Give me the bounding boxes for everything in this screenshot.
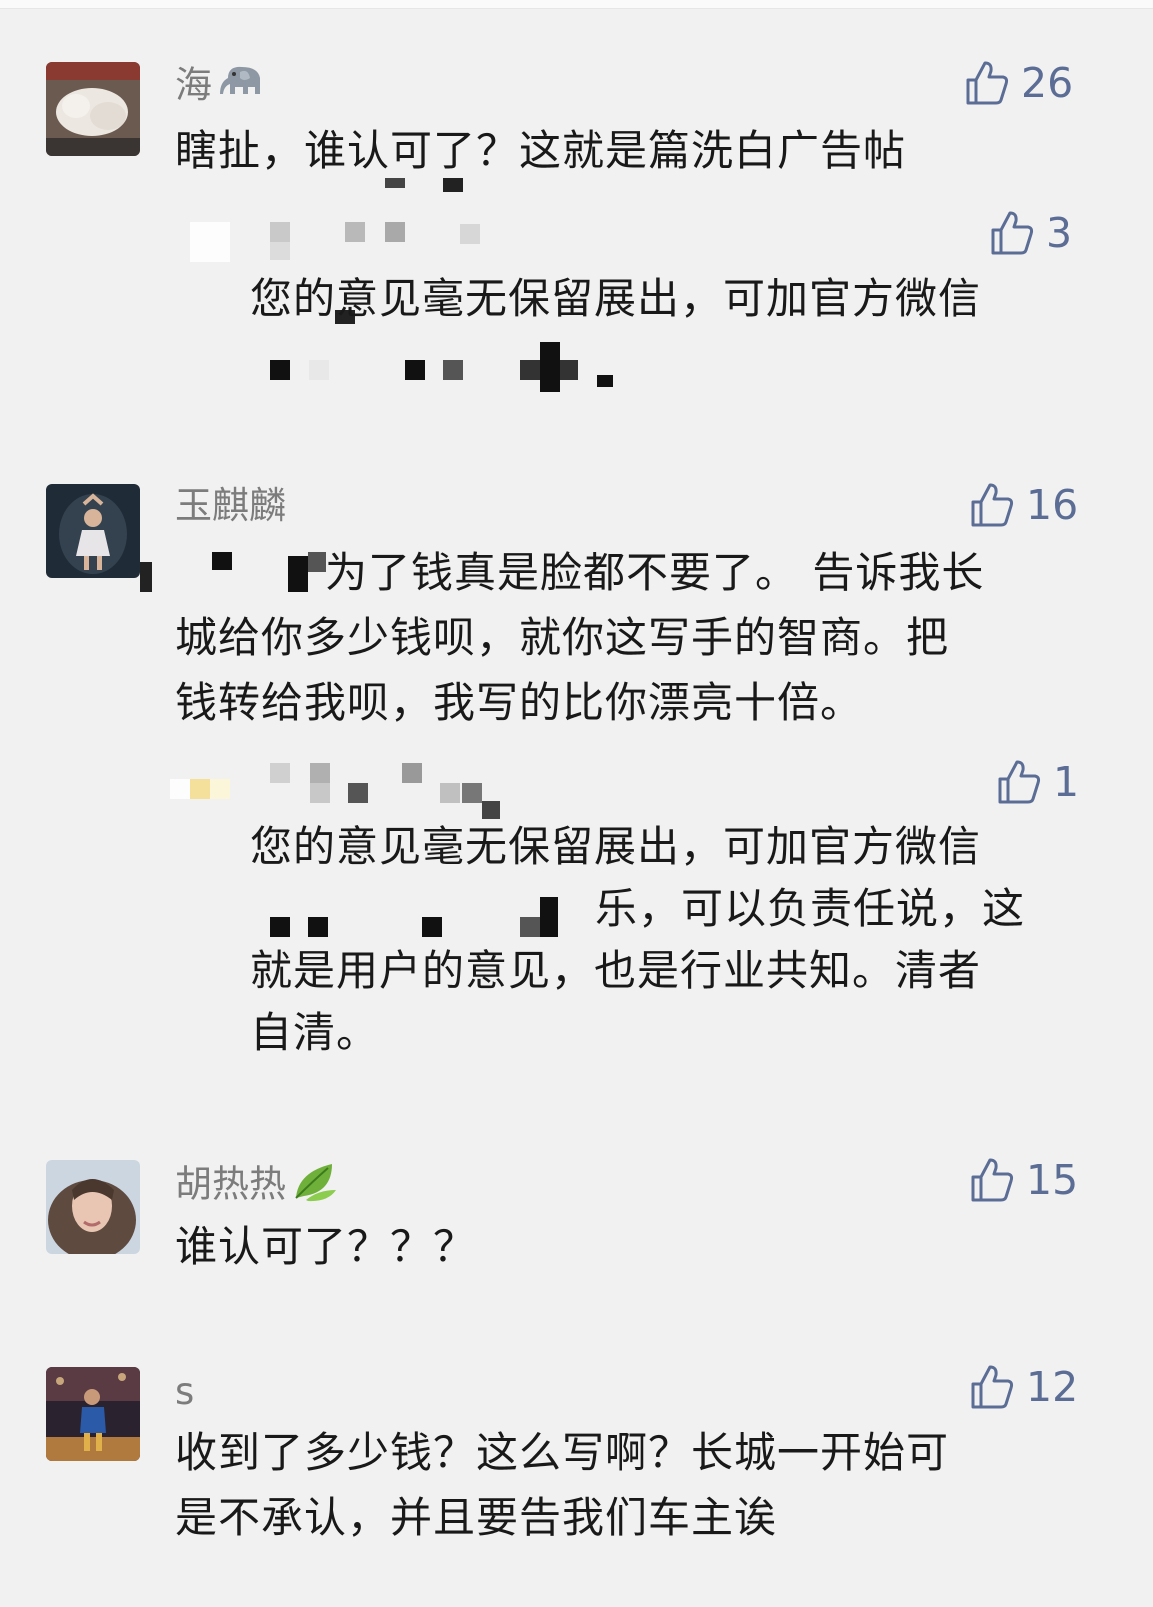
avatar-girl-image [46,484,140,578]
reply-text-line-4: 自清。 [250,1008,380,1057]
avatar-basketball-image [46,1367,140,1461]
comment-text: 谁认可了？？？ [175,1222,477,1271]
comment-text: 收到了多少钱？这么写啊？长城一开始可 是不承认，并且要告我们车主诶 [175,1420,1095,1550]
comment-text-line-2: 是不承认，并且要告我们车主诶 [175,1493,778,1542]
reply-like-button[interactable]: 1 [997,757,1079,807]
like-count: 15 [1026,1156,1079,1204]
comment-author: 海 [175,62,266,112]
avatar[interactable] [46,484,140,578]
comment-author: s [175,1370,195,1413]
avatar[interactable] [46,1367,140,1461]
thumbs-up-icon [966,61,1009,105]
reply-text: 您的意见毫无保留展出，可加官方微信 乐，可以负责任说，这 就是用户的意见，也是行… [250,816,1090,1064]
reply-like-count: 3 [1046,209,1073,257]
reply-text-line-3: 就是用户的意见，也是行业共知。清者 [250,946,982,995]
reply-like-count: 1 [1053,758,1080,806]
comment-text-line-1: 收到了多少钱？这么写啊？长城一开始可 [175,1428,950,1477]
like-button[interactable]: 15 [970,1155,1078,1205]
like-count: 26 [1021,59,1074,107]
reply-like-button[interactable]: 3 [990,208,1072,258]
elephant-emoji-icon [218,62,266,112]
comment-text-line-2: 城给你多少钱呗，就你这写手的智商。把 [175,613,950,662]
top-divider [0,0,1153,9]
like-count: 16 [1026,481,1079,529]
comment-text-line-1: 为了钱真是脸都不要了。 告诉我长 [325,548,985,597]
comment-author: 胡热热 [175,1160,338,1212]
comment-text: 为了钱真是脸都不要了。 告诉我长 城给你多少钱呗，就你这写手的智商。把 钱转给我… [175,540,1095,735]
thumbs-up-icon [998,760,1041,804]
avatar[interactable] [46,1160,140,1254]
thumbs-up-icon [971,483,1014,527]
author-name: 海 [175,63,212,107]
reply-text-line-2: 乐，可以负责任说，这 [595,884,1026,933]
avatar-dog-image [46,62,140,156]
leaf-emoji-icon [292,1160,338,1212]
like-button[interactable]: 26 [965,58,1073,108]
reply-text: 您的意见毫无保留展出，可加官方微信 [250,274,982,323]
like-button[interactable]: 16 [970,480,1078,530]
thumbs-up-icon [971,1158,1014,1202]
comment-author: 玉麒麟 [175,484,286,527]
thumbs-up-icon [991,211,1034,255]
author-name: 胡热热 [175,1162,286,1206]
like-button[interactable]: 12 [970,1362,1078,1412]
avatar-portrait-image [46,1160,140,1254]
comment-text-line-3: 钱转给我呗，我写的比你漂亮十倍。 [175,678,864,727]
thumbs-up-icon [971,1365,1014,1409]
like-count: 12 [1026,1363,1079,1411]
avatar[interactable] [46,62,140,156]
reply-text-line-1: 您的意见毫无保留展出，可加官方微信 [250,822,982,871]
